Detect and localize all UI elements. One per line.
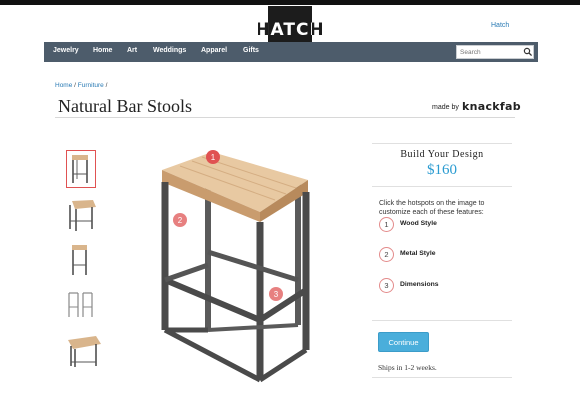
feature-label: Dimensions bbox=[400, 281, 439, 288]
thumbnail-stool-pair-icon bbox=[68, 292, 93, 317]
thumbnail-3[interactable] bbox=[66, 241, 96, 279]
nav-item-gifts[interactable]: Gifts bbox=[243, 47, 259, 54]
panel-price-divider bbox=[372, 186, 512, 187]
continue-button[interactable]: Continue bbox=[378, 332, 429, 352]
thumbnail-1[interactable] bbox=[66, 150, 96, 188]
shipping-info: Ships in 1-2 weeks. bbox=[378, 363, 437, 372]
search-box bbox=[456, 45, 534, 59]
price: $160 bbox=[427, 162, 457, 178]
page-title: Natural Bar Stools bbox=[58, 96, 192, 116]
thumbnail-2[interactable] bbox=[66, 195, 96, 233]
feature-label: Wood Style bbox=[400, 220, 437, 227]
build-your-design-title: Build Your Design bbox=[400, 149, 484, 160]
thumbnail-4[interactable] bbox=[66, 287, 96, 325]
hotspot-2-label: 2 bbox=[178, 216, 183, 225]
hotspot-1-label: 1 bbox=[211, 153, 216, 162]
made-by-label: made by bbox=[432, 104, 459, 111]
thumbnail-stool-top-icon bbox=[68, 336, 101, 367]
breadcrumb: Home / Furniture / bbox=[55, 82, 107, 89]
feature-number-badge: 3 bbox=[379, 278, 394, 293]
nav-item-art[interactable]: Art bbox=[127, 47, 137, 54]
product-image-bar-stool: 1 2 3 bbox=[161, 150, 310, 383]
nav-item-jewelry[interactable]: Jewelry bbox=[53, 47, 79, 54]
thumbnail-stool-angle-icon bbox=[69, 200, 96, 231]
hotspot-2[interactable]: 2 bbox=[173, 213, 187, 227]
feature-number-badge: 2 bbox=[379, 247, 394, 262]
thumbnail-stool-front-icon bbox=[72, 155, 88, 183]
nav-item-weddings[interactable]: Weddings bbox=[153, 47, 186, 54]
search-input[interactable] bbox=[457, 46, 521, 58]
feature-label: Metal Style bbox=[400, 250, 436, 257]
nav-item-apparel[interactable]: Apparel bbox=[201, 47, 227, 54]
breadcrumb-separator: / bbox=[103, 82, 108, 89]
hotspot-1[interactable]: 1 bbox=[206, 150, 220, 164]
maker-link[interactable]: knackfab bbox=[462, 100, 521, 113]
thumbnail-5[interactable] bbox=[66, 332, 102, 370]
breadcrumb-furniture[interactable]: Furniture bbox=[78, 82, 104, 89]
panel-top-divider bbox=[372, 143, 512, 144]
nav-item-home[interactable]: Home bbox=[93, 47, 112, 54]
search-icon[interactable] bbox=[523, 47, 533, 57]
breadcrumb-home[interactable]: Home bbox=[55, 82, 72, 89]
panel-features-divider bbox=[372, 320, 512, 321]
instructions-text: Click the hotspots on the image to custo… bbox=[379, 200, 485, 216]
top-bar bbox=[0, 0, 580, 5]
hotspot-3[interactable]: 3 bbox=[269, 287, 283, 301]
feature-number-badge: 1 bbox=[379, 217, 394, 232]
thumbnail-stool-side-icon bbox=[72, 245, 87, 275]
panel-bottom-divider bbox=[372, 377, 512, 378]
hatch-top-link[interactable]: Hatch bbox=[491, 22, 509, 29]
hotspot-3-label: 3 bbox=[274, 290, 279, 299]
title-divider bbox=[55, 117, 515, 118]
